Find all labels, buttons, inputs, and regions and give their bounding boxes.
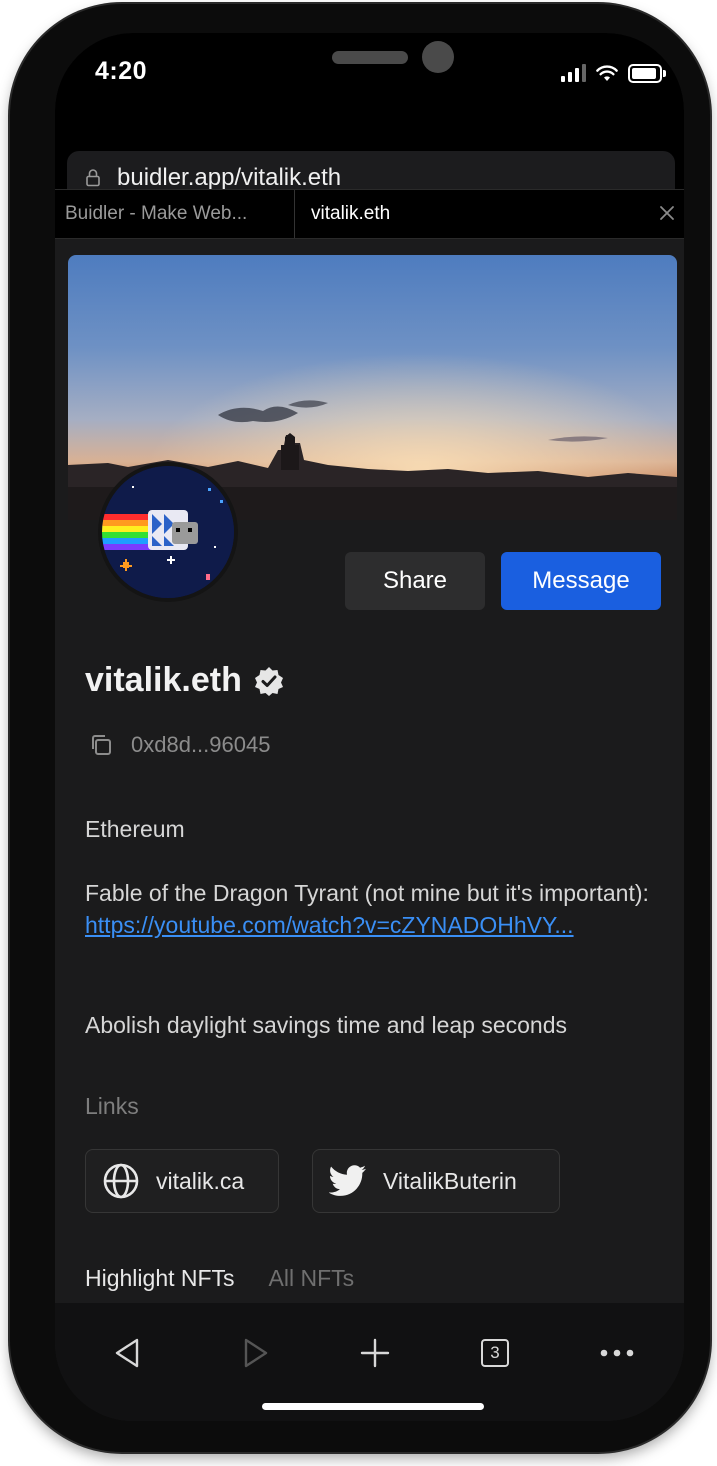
tab-buidler[interactable]: Buidler - Make Web... [55, 190, 295, 238]
status-icons [561, 63, 666, 83]
lock-icon [86, 169, 100, 187]
bio-line-1: Ethereum [85, 816, 185, 842]
bio-line-2: Fable of the Dragon Tyrant (not mine but… [85, 877, 665, 941]
nyan-cat-avatar-image [102, 466, 234, 598]
forward-button[interactable] [236, 1333, 276, 1373]
link-website-label: vitalik.ca [156, 1167, 245, 1194]
profile-name-row: vitalik.eth [85, 661, 284, 700]
copy-icon[interactable] [89, 733, 113, 757]
wifi-icon [596, 64, 618, 81]
share-button[interactable]: Share [345, 552, 485, 610]
more-button[interactable] [597, 1333, 637, 1373]
tabs-button[interactable]: 3 [475, 1333, 515, 1373]
tab-highlight-nfts[interactable]: Highlight NFTs [85, 1265, 235, 1292]
signal-icon [561, 64, 586, 82]
battery-icon [628, 63, 666, 83]
twitter-icon [329, 1165, 366, 1196]
screen: 4:20 buidler.app/vitalik.eth Buidler - M… [55, 33, 684, 1421]
new-tab-button[interactable] [355, 1333, 395, 1373]
url-text: buidler.app/vitalik.eth [117, 164, 342, 191]
close-icon[interactable] [658, 204, 676, 222]
nft-tabs: Highlight NFTs All NFTs [85, 1265, 354, 1292]
tabs-count-icon: 3 [481, 1339, 509, 1367]
tab-vitalik[interactable]: vitalik.eth [311, 190, 390, 238]
youtube-link[interactable]: https://youtube.com/watch?v=cZYNADOHhVY.… [85, 912, 574, 938]
verified-badge-icon [254, 666, 283, 696]
more-dots-icon [600, 1349, 634, 1357]
link-website[interactable]: vitalik.ca [85, 1149, 279, 1213]
globe-icon [103, 1163, 139, 1199]
speaker [332, 51, 408, 64]
status-time: 4:20 [95, 57, 148, 85]
avatar[interactable] [102, 466, 234, 598]
forward-arrow-icon [244, 1338, 268, 1368]
bio-line-2-text: Fable of the Dragon Tyrant (not mine but… [85, 880, 649, 906]
tab-strip: Buidler - Make Web... vitalik.eth [55, 189, 684, 239]
back-arrow-icon [115, 1338, 139, 1368]
status-bar: 4:20 [55, 33, 684, 123]
phone-frame: 4:20 buidler.app/vitalik.eth Buidler - M… [10, 4, 710, 1452]
wallet-address: 0xd8d...96045 [131, 732, 271, 757]
tab-all-nfts[interactable]: All NFTs [269, 1265, 355, 1292]
message-button[interactable]: Message [501, 552, 661, 610]
front-camera [422, 41, 454, 73]
tab-count: 3 [490, 1343, 500, 1362]
bio-line-3: Abolish daylight savings time and leap s… [85, 1012, 568, 1038]
link-twitter-label: VitalikButerin [383, 1167, 517, 1194]
home-indicator[interactable] [262, 1403, 484, 1410]
wallet-address-row[interactable]: 0xd8d...96045 [89, 732, 270, 758]
link-twitter[interactable]: VitalikButerin [312, 1149, 560, 1213]
links-heading: Links [85, 1093, 139, 1119]
back-button[interactable] [107, 1333, 147, 1373]
plus-icon [360, 1338, 390, 1368]
profile-name: vitalik.eth [85, 661, 242, 699]
